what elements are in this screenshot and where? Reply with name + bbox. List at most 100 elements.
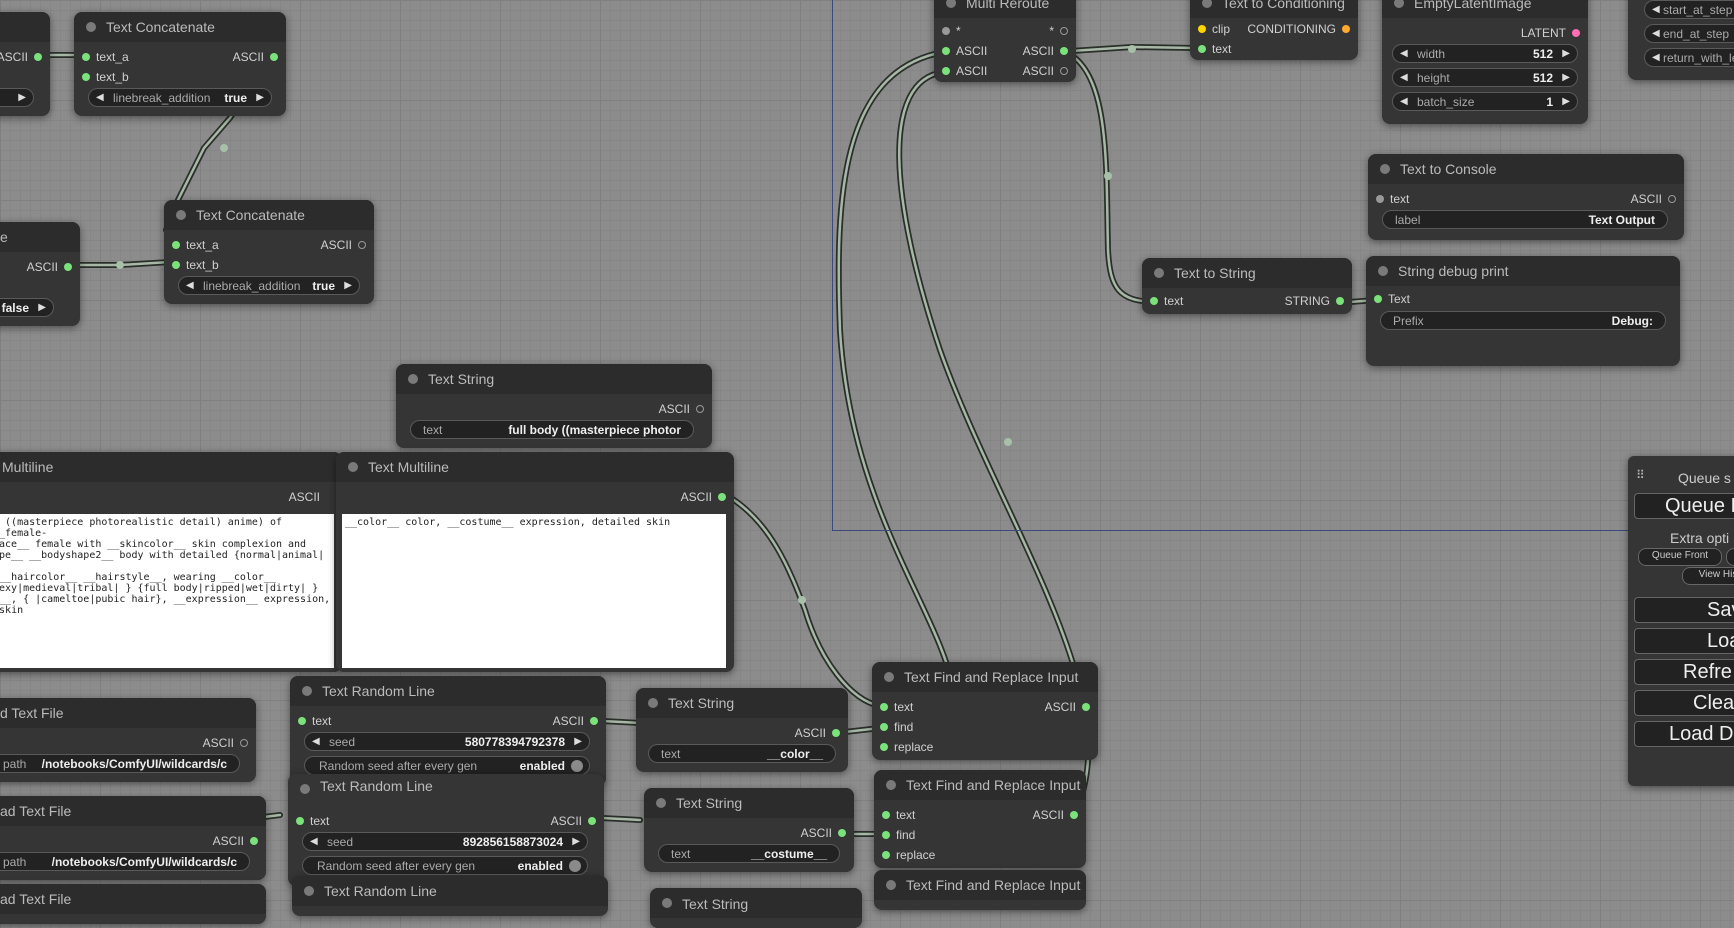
text-find-replace-node-3[interactable]: Text Find and Replace Input [874, 870, 1086, 910]
text-random-line-node-2[interactable]: Text Random Line text ASCII ◀ seed 8928561… [288, 774, 604, 886]
output-ascii[interactable]: ASCII [998, 806, 1078, 824]
collapse-dot-icon[interactable] [176, 210, 186, 220]
text-widget[interactable]: text full body ((masterpiece photor [410, 420, 694, 439]
linebreak-addition-widget[interactable]: ◀ linebreak_addition true ▶ [178, 276, 360, 295]
output-ascii[interactable]: ASCII [1010, 698, 1090, 716]
input-text[interactable]: text [1376, 190, 1436, 208]
text-widget[interactable]: text __color__ [648, 744, 836, 763]
collapse-dot-icon[interactable] [302, 686, 312, 696]
collapse-dot-icon[interactable] [1380, 164, 1390, 174]
partial-node-left-mid[interactable]: e ASCII false ▶ [0, 222, 80, 326]
random-seed-toggle[interactable]: Random seed after every gen enabled [304, 756, 590, 775]
seed-widget[interactable]: ◀ seed 892856158873024 ▶ [302, 832, 588, 851]
collapse-dot-icon[interactable] [648, 698, 658, 708]
input-text[interactable]: text [1198, 40, 1258, 58]
load-button[interactable]: Loa [1634, 628, 1734, 654]
output-ascii-1[interactable]: ASCII [1008, 42, 1068, 60]
input-text-b[interactable]: text_b [172, 256, 252, 274]
output-ascii[interactable]: ASCII [646, 488, 726, 506]
path-widget[interactable]: path/notebooks/ComfyUI/wildcards/c [0, 754, 240, 773]
collapse-dot-icon[interactable] [300, 784, 310, 794]
text-find-replace-node-1[interactable]: Text Find and Replace Input text find re… [872, 662, 1098, 760]
output-string[interactable]: STRING [1264, 292, 1344, 310]
save-button[interactable]: Sav [1634, 597, 1734, 623]
input-text[interactable]: text [882, 806, 942, 824]
text-to-string-node[interactable]: Text to String text STRING [1142, 258, 1352, 314]
text-concatenate-node-2[interactable]: Text Concatenate text_a text_b ASCII ◀ li… [164, 200, 374, 304]
output-ascii[interactable]: ASCII [286, 236, 366, 254]
clear-button[interactable]: Clea [1634, 690, 1734, 716]
input-replace[interactable]: replace [880, 738, 950, 756]
text-multiline-node[interactable]: Text Multiline ASCII __color__ color, __… [336, 452, 734, 672]
input-replace[interactable]: replace [882, 846, 952, 864]
queue-front-button[interactable]: Queue Front [1638, 548, 1722, 566]
input-find[interactable]: find [880, 718, 940, 736]
text-random-line-node-3[interactable]: Text Random Line [292, 876, 608, 916]
output-ascii[interactable]: ASCII [518, 712, 598, 730]
collapse-dot-icon[interactable] [946, 0, 956, 8]
label-widget[interactable]: label Text Output [1382, 210, 1668, 229]
output-ascii[interactable]: ASCII [766, 824, 846, 842]
partial-widget[interactable]: false ▶ [0, 298, 54, 317]
collapse-dot-icon[interactable] [1378, 266, 1388, 276]
multi-reroute-node[interactable]: Multi Reroute * * ASCII ASCII ASCII ASCI… [934, 0, 1076, 82]
queue-panel[interactable]: ⠿ Queue s Queue P Extra opti Queue Front… [1628, 456, 1734, 786]
partial-sampler-node[interactable]: ◀ start_at_step ◀ end_at_step ◀ return_with… [1628, 0, 1734, 80]
empty-latent-image-node[interactable]: EmptyLatentImage LATENT ◀ width 512 ▶ ◀ heig… [1382, 0, 1588, 124]
input-text[interactable]: text [296, 812, 356, 830]
output-ascii[interactable]: ASCII [0, 258, 72, 276]
output-ascii[interactable]: ASCII [760, 724, 840, 742]
collapse-dot-icon[interactable] [886, 880, 896, 890]
text-string-node-1[interactable]: Text String ASCII text full body ((master… [396, 364, 712, 448]
queue-side-button[interactable] [1726, 548, 1734, 566]
prefix-widget[interactable]: Prefix Debug: [1380, 311, 1666, 330]
batch-size-widget[interactable]: ◀ batch_size 1 ▶ [1392, 92, 1578, 111]
text-widget[interactable]: text __costume__ [658, 844, 840, 863]
multiline-node-left[interactable]: Multiline ASCII y ((masterpiece photorea… [0, 452, 342, 672]
queue-prompt-button[interactable]: Queue P [1634, 493, 1734, 519]
output-ascii[interactable]: ASCII [198, 48, 278, 66]
seed-widget[interactable]: ◀ seed 580778394792378 ▶ [304, 732, 590, 751]
text-to-console-node[interactable]: Text to Console text ASCII label Text Out… [1368, 154, 1684, 240]
drag-handle-icon[interactable]: ⠿ [1636, 468, 1645, 482]
collapse-dot-icon[interactable] [1154, 268, 1164, 278]
input-ascii-2[interactable]: ASCII [942, 62, 1002, 80]
partial-widget[interactable]: ▶ [0, 88, 34, 107]
start-at-step-widget[interactable]: ◀ start_at_step [1644, 0, 1734, 19]
text-find-replace-node-2[interactable]: Text Find and Replace Input text find re… [874, 770, 1086, 868]
collapse-dot-icon[interactable] [1394, 0, 1404, 8]
input-text-a[interactable]: text_a [172, 236, 252, 254]
load-default-button[interactable]: Load D [1634, 721, 1734, 747]
text-string-node-4[interactable]: Text String [650, 888, 862, 928]
input-text[interactable]: text [298, 712, 358, 730]
text-to-conditioning-node[interactable]: Text to Conditioning clip text CONDITION… [1190, 0, 1358, 60]
load-text-file-node-2[interactable]: ad Text File ASCII path/notebooks/ComfyU… [0, 796, 266, 880]
random-seed-toggle[interactable]: Random seed after every gen enabled [302, 856, 588, 875]
input-text[interactable]: Text [1374, 290, 1434, 308]
view-history-button[interactable]: View His [1682, 567, 1734, 585]
text-random-line-node-1[interactable]: Text Random Line text ASCII ◀ seed 5807783… [290, 676, 606, 786]
output-conditioning[interactable]: CONDITIONING [1240, 20, 1350, 38]
refresh-button[interactable]: Refre [1634, 659, 1734, 685]
collapse-dot-icon[interactable] [348, 462, 358, 472]
partial-node-left-top[interactable]: ASCII ▶ [0, 12, 50, 116]
collapse-dot-icon[interactable] [656, 798, 666, 808]
collapse-dot-icon[interactable] [86, 22, 96, 32]
output-ascii[interactable]: ASCII [1596, 190, 1676, 208]
end-at-step-widget[interactable]: ◀ end_at_step [1644, 24, 1734, 43]
output-ascii[interactable]: ASCII [0, 48, 42, 66]
input-text-b[interactable]: text_b [82, 68, 162, 86]
multiline-text-area[interactable]: __color__ color, __costume__ expression,… [342, 514, 726, 668]
input-find[interactable]: find [882, 826, 942, 844]
input-text[interactable]: text [880, 698, 940, 716]
return-with-leftover-widget[interactable]: ◀ return_with_le [1644, 48, 1734, 67]
height-widget[interactable]: ◀ height 512 ▶ [1392, 68, 1578, 87]
output-latent[interactable]: LATENT [1500, 24, 1580, 42]
output-ascii[interactable]: ASCII [254, 488, 334, 506]
input-ascii-1[interactable]: ASCII [942, 42, 1002, 60]
load-text-file-node-1[interactable]: d Text File ASCII path/notebooks/ComfyUI… [0, 698, 256, 782]
collapse-dot-icon[interactable] [662, 898, 672, 908]
multiline-text-area[interactable]: y ((masterpiece photorealistic detail) a… [0, 514, 334, 668]
path-widget[interactable]: path/notebooks/ComfyUI/wildcards/c [0, 852, 250, 871]
input-text[interactable]: text [1150, 292, 1210, 310]
